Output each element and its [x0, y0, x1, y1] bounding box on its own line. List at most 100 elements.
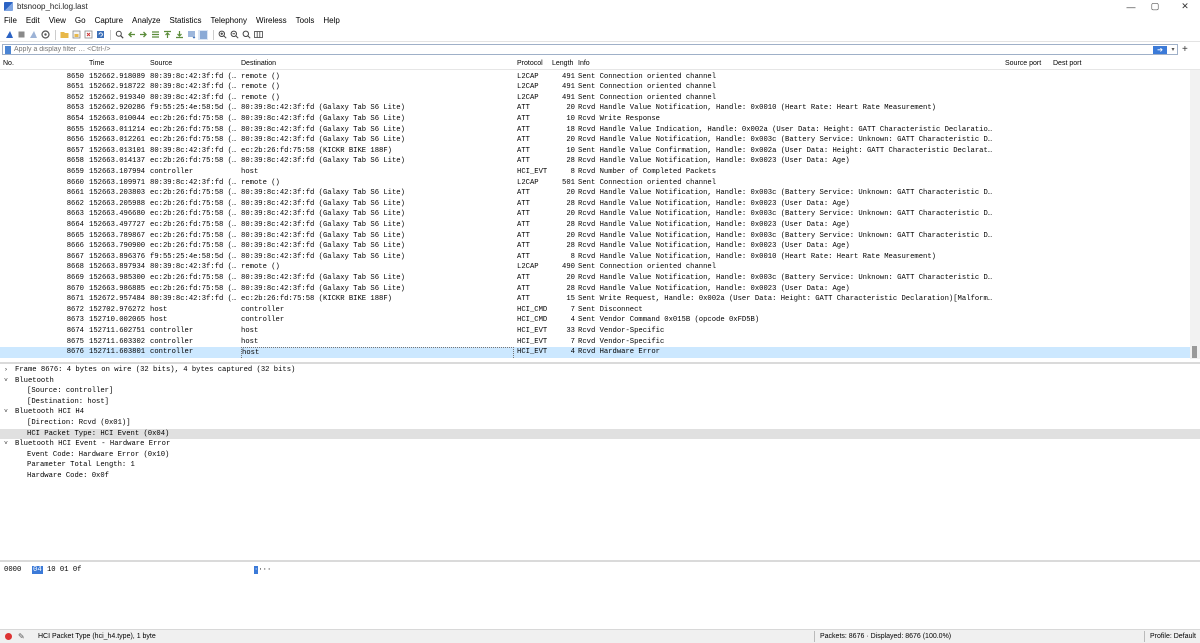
detail-tree-item[interactable]: Hardware Code: 0x0f [0, 471, 1200, 482]
packet-row[interactable]: 8655 152663.011214 ec:2b:26:fd:75:58 (… 80:… [0, 125, 1190, 136]
go-first-icon[interactable] [162, 30, 172, 40]
capture-options-icon[interactable] [40, 30, 50, 40]
packet-details-tree[interactable]: › Frame 8676: 4 bytes on wire (32 bits), … [0, 364, 1200, 560]
reload-icon[interactable] [95, 30, 105, 40]
tree-expander-icon[interactable]: › [4, 365, 12, 376]
go-forward-icon[interactable] [138, 30, 148, 40]
close-file-icon[interactable] [83, 30, 93, 40]
packet-row[interactable]: 8650 152662.918089 80:39:8c:42:3f:fd (… rem… [0, 72, 1190, 83]
filter-bookmark-icon[interactable] [5, 45, 11, 54]
menu-file[interactable]: File [4, 16, 17, 25]
resize-columns-icon[interactable] [253, 30, 263, 40]
apply-filter-button[interactable]: ➔ [1153, 45, 1167, 54]
packet-row[interactable]: 8654 152663.010044 ec:2b:26:fd:75:58 (… 80:… [0, 114, 1190, 125]
packet-row[interactable]: 8675 152711.603302 controller host HCI_EVT 7 R… [0, 337, 1190, 348]
tree-expander-icon[interactable]: ˅ [4, 376, 12, 387]
detail-tree-item[interactable]: HCI Packet Type: HCI Event (0x04) [0, 428, 1200, 440]
menu-go[interactable]: Go [75, 16, 86, 25]
find-packet-icon[interactable] [114, 30, 124, 40]
packet-row[interactable]: 8657 152663.013101 80:39:8c:42:3f:fd (… ec:… [0, 146, 1190, 157]
packet-row[interactable]: 8658 152663.014137 ec:2b:26:fd:75:58 (… 80:… [0, 156, 1190, 167]
column-header-time[interactable]: Time [89, 60, 104, 67]
restart-icon[interactable] [28, 30, 38, 40]
pane-splitter[interactable] [0, 560, 1200, 562]
column-header-destination[interactable]: Destination [241, 60, 276, 67]
zoom-in-icon[interactable] [217, 30, 227, 40]
detail-tree-item[interactable]: Parameter Total Length: 1 [0, 460, 1200, 471]
packet-row[interactable]: 8651 152662.918722 80:39:8c:42:3f:fd (… rem… [0, 82, 1190, 93]
bytes-ascii[interactable]: ···· [254, 566, 271, 574]
packet-row[interactable]: 8660 152663.109971 80:39:8c:42:3f:fd (… rem… [0, 178, 1190, 189]
packet-row[interactable]: 8653 152662.920286 f9:55:25:4e:58:5d (… 80:… [0, 103, 1190, 114]
packet-row[interactable]: 8664 152663.497727 ec:2b:26:fd:75:58 (… 80:… [0, 220, 1190, 231]
bytes-hex-selected[interactable]: 04 [32, 566, 43, 574]
detail-tree-item[interactable]: [Source: controller] [0, 386, 1200, 397]
packet-row[interactable]: 8668 152663.897934 80:39:8c:42:3f:fd (… rem… [0, 262, 1190, 273]
packet-list[interactable]: No. Time Source Destination Protocol Len… [0, 59, 1200, 359]
detail-tree-item[interactable]: ˅ Bluetooth [0, 376, 1200, 387]
column-header-info[interactable]: Info [578, 60, 590, 67]
zoom-out-icon[interactable] [229, 30, 239, 40]
packet-row[interactable]: 8665 152663.789867 ec:2b:26:fd:75:58 (… 80:… [0, 231, 1190, 242]
detail-tree-item[interactable]: ˅ Bluetooth HCI H4 [0, 407, 1200, 418]
menu-capture[interactable]: Capture [95, 16, 123, 25]
bytes-ascii-rest[interactable]: ··· [258, 566, 271, 574]
packet-bytes-pane[interactable]: 0000 04 10 01 0f ···· [0, 563, 1200, 626]
menu-telephony[interactable]: Telephony [211, 16, 247, 25]
display-filter-input[interactable] [14, 45, 1153, 54]
scrollbar-thumb[interactable] [1192, 346, 1197, 358]
detail-tree-item[interactable]: › Frame 8676: 4 bytes on wire (32 bits), … [0, 365, 1200, 376]
bytes-hex[interactable]: 04 10 01 0f [32, 566, 81, 574]
packet-row[interactable]: 8672 152702.976272 host controller HCI_CMD 7 S… [0, 305, 1190, 316]
auto-scroll-icon[interactable] [186, 30, 196, 40]
detail-tree-item[interactable]: [Direction: Rcvd (0x01)] [0, 418, 1200, 429]
packet-row[interactable]: 8652 152662.919340 80:39:8c:42:3f:fd (… rem… [0, 93, 1190, 104]
menu-view[interactable]: View [49, 16, 66, 25]
status-profile[interactable]: Profile: Default [1150, 633, 1196, 640]
packet-row[interactable]: 8667 152663.896376 f9:55:25:4e:58:5d (… 80:… [0, 252, 1190, 263]
detail-tree-item[interactable]: Event Code: Hardware Error (0x10) [0, 450, 1200, 461]
menu-tools[interactable]: Tools [296, 16, 315, 25]
packet-row[interactable]: 8674 152711.602751 controller host HCI_EVT 33… [0, 326, 1190, 337]
packet-row[interactable]: 8662 152663.205988 ec:2b:26:fd:75:58 (… 80:… [0, 199, 1190, 210]
column-header-protocol[interactable]: Protocol [517, 60, 543, 67]
menu-statistics[interactable]: Statistics [170, 16, 202, 25]
menu-edit[interactable]: Edit [26, 16, 40, 25]
packet-row[interactable]: 8659 152663.107994 controller host HCI_EVT 8 R… [0, 167, 1190, 178]
column-header-dest-port[interactable]: Dest port [1053, 60, 1081, 67]
save-file-icon[interactable] [71, 30, 81, 40]
go-back-icon[interactable] [126, 30, 136, 40]
open-file-icon[interactable] [59, 30, 69, 40]
packet-row[interactable]: 8669 152663.985300 ec:2b:26:fd:75:58 (… 80:… [0, 273, 1190, 284]
capture-status-icon[interactable] [5, 633, 12, 640]
packet-list-scrollbar[interactable] [1190, 70, 1200, 359]
tree-expander-icon[interactable]: ˅ [4, 439, 12, 450]
edit-comment-icon[interactable]: ✎ [18, 632, 25, 641]
close-button[interactable]: ✕ [1170, 0, 1200, 13]
column-header-source-port[interactable]: Source port [1005, 60, 1041, 67]
packet-row[interactable]: 8673 152710.002065 host controller HCI_CMD 4 S… [0, 315, 1190, 326]
packet-row[interactable]: 8663 152663.496680 ec:2b:26:fd:75:58 (… 80:… [0, 209, 1190, 220]
go-last-icon[interactable] [174, 30, 184, 40]
column-header-no[interactable]: No. [3, 60, 14, 67]
packet-row[interactable]: 8671 152672.957484 80:39:8c:42:3f:fd (… ec:… [0, 294, 1190, 305]
packet-row[interactable]: 8670 152663.986885 ec:2b:26:fd:75:58 (… 80:… [0, 284, 1190, 295]
colorize-icon[interactable] [198, 29, 208, 40]
detail-tree-item[interactable]: ˅ Bluetooth HCI Event - Hardware Error [0, 439, 1200, 450]
shark-fin-start-icon[interactable] [4, 30, 14, 40]
column-header-source[interactable]: Source [150, 60, 172, 67]
stop-icon[interactable] [16, 30, 26, 40]
packet-row[interactable]: 8676 152711.603801 controller host HCI_EVT 4 R… [0, 347, 1190, 359]
menu-help[interactable]: Help [323, 16, 339, 25]
bytes-hex-rest[interactable]: 10 01 0f [47, 566, 82, 574]
menu-wireless[interactable]: Wireless [256, 16, 287, 25]
column-header-length[interactable]: Length [552, 60, 573, 67]
tree-expander-icon[interactable]: ˅ [4, 407, 12, 418]
packet-row[interactable]: 8656 152663.012261 ec:2b:26:fd:75:58 (… 80:… [0, 135, 1190, 146]
filter-history-dropdown[interactable]: ▾ [1169, 46, 1177, 53]
packet-row[interactable]: 8666 152663.790900 ec:2b:26:fd:75:58 (… 80:… [0, 241, 1190, 252]
add-filter-button[interactable]: + [1182, 44, 1188, 55]
go-to-packet-icon[interactable] [150, 30, 160, 40]
menu-analyze[interactable]: Analyze [132, 16, 160, 25]
maximize-button[interactable]: ▢ [1140, 0, 1170, 13]
